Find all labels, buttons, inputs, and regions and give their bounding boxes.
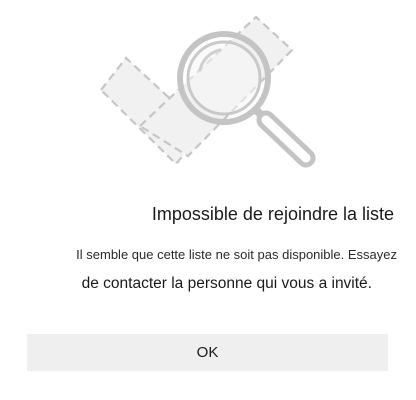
- magnifier-search-icon: [99, 15, 316, 168]
- ok-button[interactable]: OK: [27, 334, 388, 371]
- magnifier-handle: [253, 107, 316, 168]
- dialog-message-line-1: Il semble que cette liste ne soit pas di…: [76, 247, 397, 262]
- dialog-message-line-2: de contacter la personne qui vous a invi…: [81, 275, 372, 292]
- magnifier-lens: [177, 31, 271, 125]
- dialog-title: Impossible de rejoindre la liste: [151, 204, 394, 224]
